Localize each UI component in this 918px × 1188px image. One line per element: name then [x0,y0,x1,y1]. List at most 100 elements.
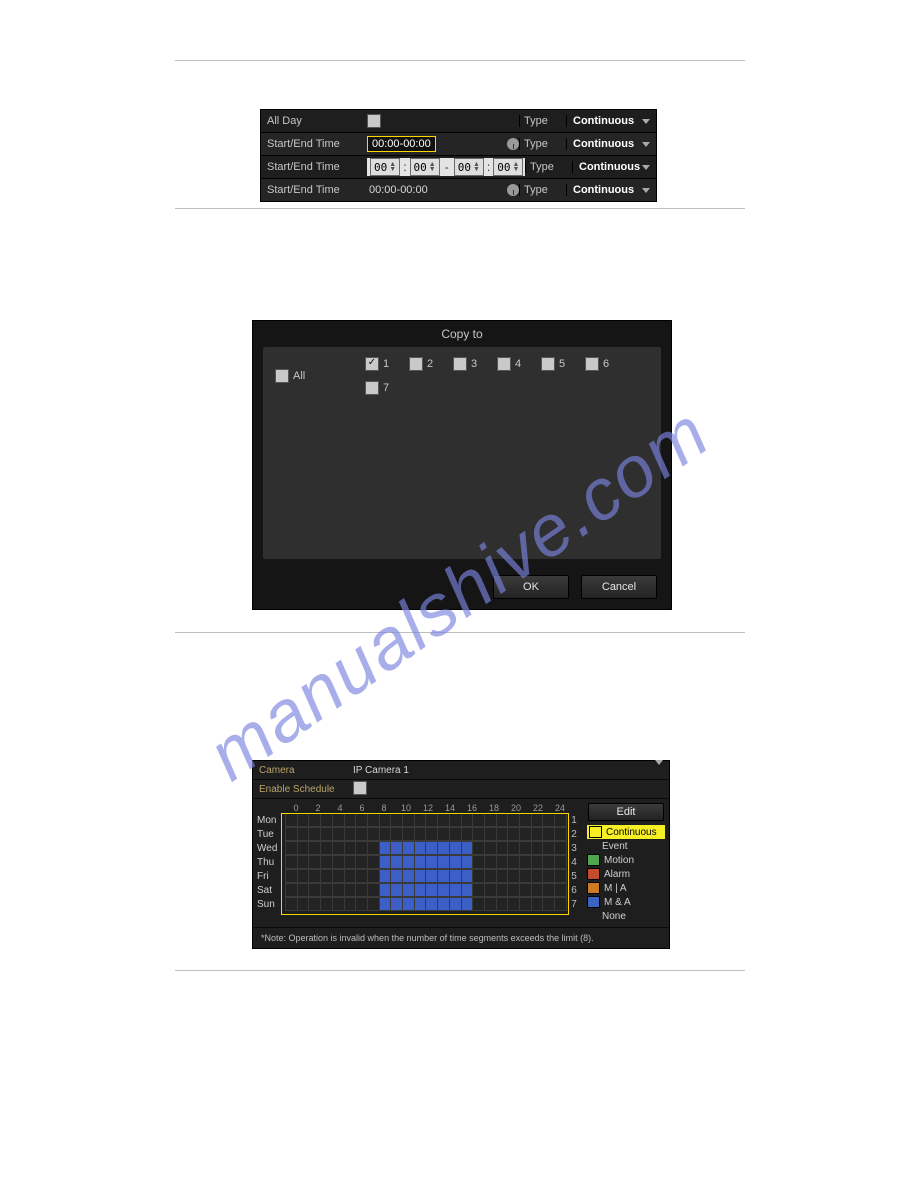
schedule-cell[interactable] [298,828,310,840]
schedule-cell[interactable] [450,870,462,882]
schedule-cell[interactable] [356,814,368,826]
day-checkbox[interactable] [409,357,423,371]
schedule-cell[interactable] [497,828,509,840]
time-spinner[interactable]: 00▲▼ [454,158,484,176]
schedule-cell[interactable] [309,842,321,854]
schedule-cell[interactable] [298,898,310,910]
schedule-cell[interactable] [473,884,485,896]
schedule-cell[interactable] [450,814,462,826]
schedule-cell[interactable] [286,856,298,868]
schedule-cell[interactable] [497,884,509,896]
schedule-cell[interactable] [462,828,474,840]
schedule-cell[interactable] [532,884,544,896]
schedule-cell[interactable] [450,842,462,854]
schedule-cell[interactable] [532,814,544,826]
schedule-cell[interactable] [356,870,368,882]
schedule-cell[interactable] [403,842,415,854]
schedule-cell[interactable] [520,884,532,896]
schedule-cell[interactable] [426,898,438,910]
time-spinner[interactable]: 00▲▼ [493,158,523,176]
schedule-cell[interactable] [426,842,438,854]
copy-day-item[interactable]: 1 [365,357,409,371]
schedule-cell[interactable] [321,884,333,896]
schedule-cell[interactable] [543,884,555,896]
schedule-cell[interactable] [438,842,450,854]
ok-button[interactable]: OK [493,575,569,599]
enable-schedule-checkbox[interactable] [353,781,367,795]
time-spinner[interactable]: 00▲▼ [410,158,440,176]
legend-item[interactable]: M | A [587,881,665,895]
schedule-cell[interactable] [345,870,357,882]
copy-day-item[interactable]: 5 [541,357,585,371]
schedule-cell[interactable] [403,898,415,910]
start-end-time-text[interactable]: 00:00-00:00 [367,183,430,197]
clock-icon[interactable] [507,138,519,150]
schedule-cell[interactable] [309,898,321,910]
schedule-cell[interactable] [309,856,321,868]
schedule-cell[interactable] [497,898,509,910]
schedule-cell[interactable] [508,856,520,868]
schedule-cell[interactable] [309,814,321,826]
schedule-cell[interactable] [298,842,310,854]
schedule-cell[interactable] [415,856,427,868]
schedule-cell[interactable] [555,884,567,896]
schedule-cell[interactable] [380,856,392,868]
schedule-cell[interactable] [520,828,532,840]
clock-icon[interactable] [507,184,519,196]
schedule-cell[interactable] [438,828,450,840]
schedule-cell[interactable] [438,870,450,882]
schedule-cell[interactable] [391,870,403,882]
schedule-cell[interactable] [508,870,520,882]
schedule-cell[interactable] [368,856,380,868]
schedule-cell[interactable] [497,856,509,868]
schedule-cell[interactable] [298,814,310,826]
schedule-cell[interactable] [309,828,321,840]
schedule-cell[interactable] [309,870,321,882]
schedule-cell[interactable] [426,856,438,868]
schedule-cell[interactable] [415,870,427,882]
schedule-cell[interactable] [462,884,474,896]
schedule-cell[interactable] [450,884,462,896]
schedule-cell[interactable] [485,828,497,840]
schedule-day-row[interactable]: Fri5 [257,869,581,883]
schedule-cell[interactable] [345,856,357,868]
schedule-cell[interactable] [532,842,544,854]
type-select[interactable]: Continuous [566,184,656,196]
schedule-cell[interactable] [543,814,555,826]
schedule-cell[interactable] [462,814,474,826]
schedule-cell[interactable] [356,884,368,896]
schedule-cell[interactable] [403,884,415,896]
schedule-cell[interactable] [555,842,567,854]
day-checkbox[interactable] [365,381,379,395]
day-checkbox[interactable] [365,357,379,371]
schedule-cell[interactable] [309,884,321,896]
schedule-cell[interactable] [380,870,392,882]
schedule-cell[interactable] [380,842,392,854]
schedule-cell[interactable] [345,898,357,910]
schedule-cell[interactable] [298,870,310,882]
day-checkbox[interactable] [541,357,555,371]
schedule-cell[interactable] [298,884,310,896]
schedule-day-row[interactable]: Sun7 [257,897,581,911]
start-end-time-input[interactable]: 00:00-00:00 [367,136,436,152]
schedule-cell[interactable] [415,898,427,910]
type-select[interactable]: Continuous [572,161,656,173]
schedule-day-row[interactable]: Sat6 [257,883,581,897]
schedule-cell[interactable] [415,884,427,896]
type-select[interactable]: Continuous [566,138,656,150]
schedule-cell[interactable] [321,814,333,826]
schedule-cell[interactable] [391,842,403,854]
row-value[interactable]: 00:00-00:00 [367,183,519,197]
schedule-cell[interactable] [543,856,555,868]
schedule-cells[interactable] [285,883,567,897]
schedule-cell[interactable] [532,828,544,840]
schedule-cell[interactable] [286,898,298,910]
schedule-cell[interactable] [532,898,544,910]
day-checkbox[interactable] [453,357,467,371]
schedule-cell[interactable] [403,828,415,840]
schedule-cell[interactable] [508,814,520,826]
schedule-cell[interactable] [462,898,474,910]
schedule-cell[interactable] [438,898,450,910]
schedule-cell[interactable] [426,870,438,882]
row-value[interactable]: 00:00-00:00 [367,136,519,152]
